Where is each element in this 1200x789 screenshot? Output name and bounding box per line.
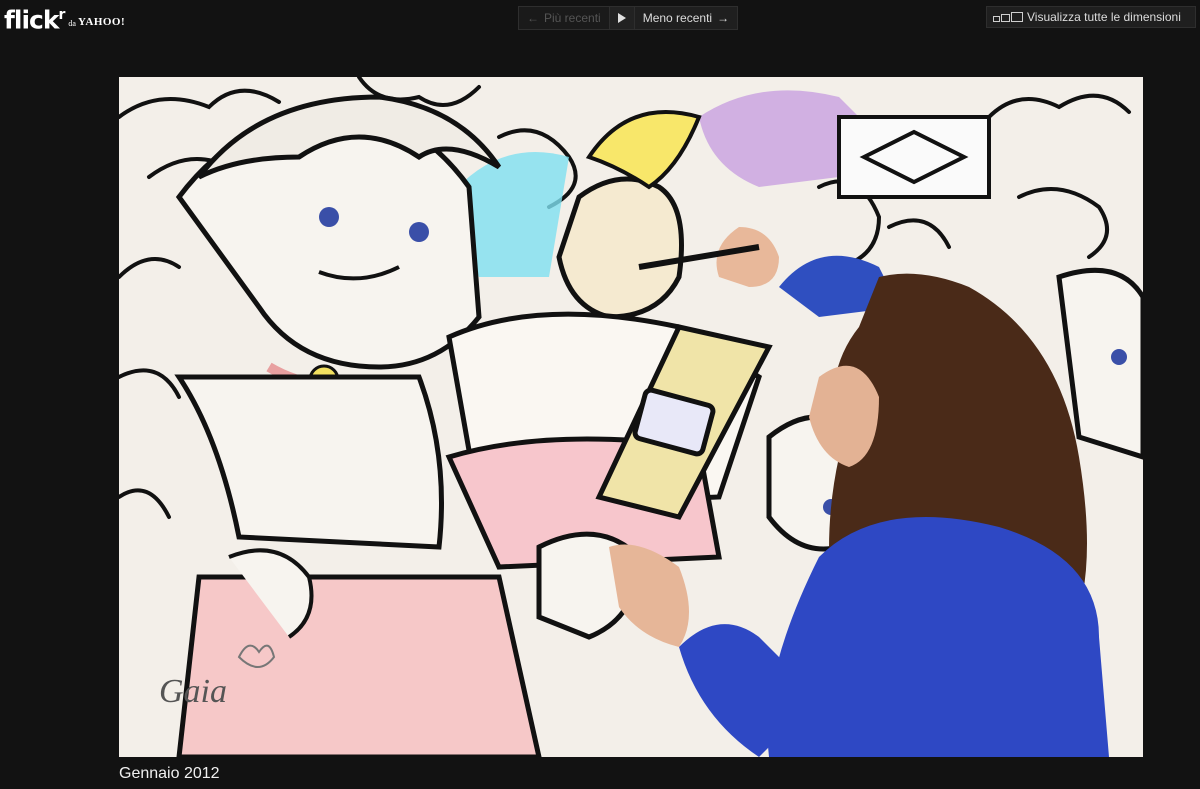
arrow-left-icon: ← [527,11,539,25]
previous-button[interactable]: ← Più recenti [518,6,610,30]
sizes-icon [993,12,1023,22]
photo-navigation: ← Più recenti Meno recenti → [518,6,739,30]
next-button[interactable]: Meno recenti → [633,6,739,30]
logo-by: da [68,19,76,28]
play-icon [617,13,626,23]
flickr-logo[interactable]: flickr da YAHOO! [4,4,125,34]
artist-signature: Gaia [159,673,227,710]
logo-wordmark: flickr [4,5,66,34]
next-button-label: Meno recenti [642,11,713,25]
logo-yahoo: YAHOO! [77,16,126,28]
main-photo[interactable]: Gaia [119,77,1143,757]
arrow-right-icon: → [717,11,730,25]
slideshow-button[interactable] [609,6,634,30]
photo-illustration: Gaia [119,77,1143,757]
view-all-sizes-label: Visualizza tutte le dimensioni [1027,10,1181,24]
photo-caption: Gennaio 2012 [119,765,220,782]
view-all-sizes-button[interactable]: Visualizza tutte le dimensioni [986,6,1196,28]
previous-button-label: Più recenti [544,11,601,25]
